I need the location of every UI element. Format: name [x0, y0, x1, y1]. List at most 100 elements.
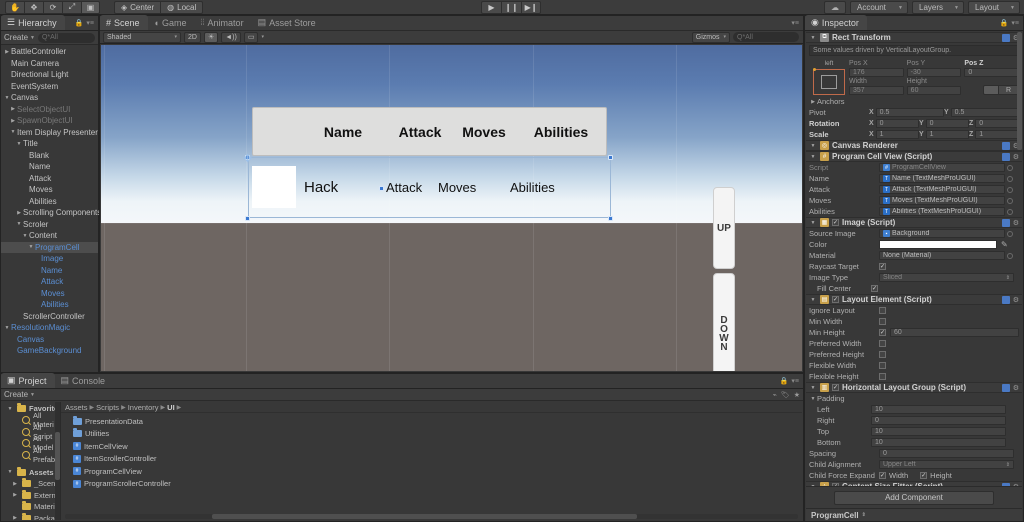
component-header[interactable]: ▼ ▥ ✓ Horizontal Layout Group (Script) ⚙: [806, 382, 1022, 393]
chevron-right-icon[interactable]: ▶: [15, 210, 23, 216]
toggle-fx-button[interactable]: ▭: [243, 31, 259, 43]
tab-menu-icon[interactable]: ▾≡: [1011, 19, 1019, 27]
project-file-item[interactable]: # ItemCellView: [61, 440, 802, 453]
chevron-down-icon[interactable]: ▼: [809, 385, 817, 391]
object-field[interactable]: T Attack (TextMeshProUGUI): [879, 185, 1005, 194]
tab-animator[interactable]: ⦙⦙ Animator: [195, 15, 252, 30]
chevron-right-icon[interactable]: ▶: [809, 99, 817, 105]
hierarchy-item[interactable]: ▼ Canvas: [1, 92, 98, 104]
scale-tool-button[interactable]: ⤢: [62, 0, 81, 14]
hand-tool-button[interactable]: ✋: [5, 0, 24, 14]
tab-inspector[interactable]: ◉ Inspector: [805, 15, 867, 30]
chevron-down-icon[interactable]: ▼: [21, 233, 29, 239]
component-header[interactable]: ▼ ▤ ✓ Layout Element (Script) ⚙: [806, 294, 1022, 305]
project-horizontal-scrollbar[interactable]: [65, 514, 798, 519]
breadcrumb-item[interactable]: Assets: [65, 403, 88, 412]
anchor-preset-box[interactable]: left: [809, 60, 849, 96]
pivot-rotation-button[interactable]: ◍ Local: [160, 0, 204, 14]
hierarchy-item[interactable]: ▶ SelectObjectUI: [1, 104, 98, 116]
axis-field[interactable]: 1: [925, 130, 969, 139]
project-folder-tree[interactable]: ▼ Favorites All Materi All Script All Mod…: [2, 402, 61, 520]
number-field[interactable]: 10: [871, 405, 1006, 414]
toggle-2d-button[interactable]: 2D: [184, 31, 201, 43]
chevron-down-icon[interactable]: ▼: [809, 35, 817, 41]
chevron-right-icon[interactable]: ▶: [3, 49, 11, 55]
inspector-content[interactable]: ▼ ⧉ Rect Transform ⚙ Some values driven by V…: [806, 32, 1022, 486]
hierarchy-item[interactable]: ·Moves: [1, 184, 98, 196]
component-header[interactable]: ▼ ◎ Canvas Renderer ⚙: [806, 140, 1022, 151]
breadcrumb-item[interactable]: Scripts: [96, 403, 119, 412]
dual-check-option[interactable]: ✓ Height: [920, 471, 952, 480]
hierarchy-create-button[interactable]: Create ▼: [4, 33, 35, 42]
property-checkbox[interactable]: ✓: [879, 329, 886, 336]
dual-check-option[interactable]: ✓ Width: [879, 471, 908, 480]
axis-field[interactable]: 0: [925, 119, 969, 128]
help-icon[interactable]: [1001, 33, 1010, 42]
number-field[interactable]: 0: [871, 416, 1006, 425]
account-dropdown[interactable]: Account ▼: [850, 1, 908, 14]
pivot-handle[interactable]: [379, 186, 384, 191]
lock-icon[interactable]: 🔒: [75, 19, 84, 27]
object-picker-icon[interactable]: [1007, 252, 1013, 259]
project-tree-scrollbar[interactable]: [55, 402, 60, 520]
axis-field[interactable]: 0: [875, 119, 919, 128]
help-icon[interactable]: [1001, 295, 1010, 304]
hierarchy-item[interactable]: ·Abilities: [1, 196, 98, 208]
chevron-down-icon[interactable]: ▼: [809, 143, 817, 149]
project-tree-item[interactable]: Materials: [2, 501, 60, 513]
chevron-right-icon[interactable]: ▶: [9, 118, 17, 124]
hierarchy-item[interactable]: ·Main Camera: [1, 58, 98, 70]
game-ui-program-cell-row[interactable]: Hack Attack Moves Abilities: [248, 157, 611, 218]
tab-menu-icon[interactable]: ▾≡: [791, 377, 799, 385]
axis-field[interactable]: 0.5: [875, 108, 944, 117]
help-icon[interactable]: [1001, 218, 1010, 227]
property-checkbox[interactable]: ✓: [920, 472, 928, 479]
color-swatch[interactable]: [879, 240, 997, 249]
enum-dropdown[interactable]: Upper Left ⇕: [879, 460, 1014, 469]
breadcrumb[interactable]: Assets ▶ Scripts ▶ Inventory ▶ UI ▶: [61, 402, 802, 413]
resize-handle-br[interactable]: [608, 216, 613, 221]
add-component-button[interactable]: Add Component: [834, 490, 994, 505]
axis-field[interactable]: 0: [975, 119, 1019, 128]
hierarchy-item[interactable]: ▼ Content: [1, 230, 98, 242]
resize-handle-tr[interactable]: [608, 155, 613, 160]
hierarchy-item[interactable]: ·Blank: [1, 150, 98, 162]
chevron-down-icon[interactable]: ▼: [809, 297, 817, 303]
hierarchy-item[interactable]: ·Attack: [1, 276, 98, 288]
property-checkbox[interactable]: [879, 362, 886, 369]
chevron-down-icon[interactable]: ▼: [3, 325, 11, 331]
hierarchy-item[interactable]: ▼ Title: [1, 138, 98, 150]
tab-asset-store[interactable]: ▤ Asset Store: [252, 15, 324, 30]
object-picker-icon[interactable]: [1007, 197, 1013, 204]
inspector-scrollbar-thumb[interactable]: [1017, 32, 1022, 150]
chevron-right-icon[interactable]: ▶: [11, 515, 19, 520]
axis-field[interactable]: 1: [875, 130, 919, 139]
chevron-down-icon[interactable]: ▼: [809, 154, 817, 160]
enum-dropdown[interactable]: Sliced ⇕: [879, 273, 1014, 282]
chevron-down-icon[interactable]: ▼: [9, 129, 17, 135]
chevron-down-icon[interactable]: ▼: [3, 95, 11, 101]
layout-dropdown[interactable]: Layout ▼: [968, 1, 1020, 14]
hierarchy-item[interactable]: ▼ Scroler: [1, 219, 98, 231]
tab-game[interactable]: ◖ Game: [148, 15, 195, 30]
hierarchy-search-input[interactable]: Q*All: [37, 32, 95, 43]
property-checkbox[interactable]: [879, 351, 886, 358]
pivot-center-button[interactable]: ◈ Center: [114, 0, 161, 14]
project-file-item[interactable]: # ProgramCellView: [61, 465, 802, 478]
object-picker-icon[interactable]: [1007, 230, 1013, 237]
tab-scene[interactable]: # Scene: [100, 15, 148, 30]
chevron-down-icon[interactable]: ▼: [809, 220, 817, 226]
filter-label-icon[interactable]: 🏷: [781, 391, 790, 399]
component-header[interactable]: ▼ ▦ ✓ Image (Script) ⚙: [806, 217, 1022, 228]
move-tool-button[interactable]: ✥: [24, 0, 43, 14]
scene-viewport[interactable]: Name Attack Moves Abilities Hack Attack …: [101, 45, 802, 371]
chevron-down-icon[interactable]: ▼: [15, 221, 23, 227]
property-checkbox[interactable]: ✓: [871, 285, 878, 292]
tab-hierarchy[interactable]: ☰ Hierarchy: [1, 15, 65, 30]
inspector-scrollbar[interactable]: [1017, 32, 1022, 485]
rect-tool-button[interactable]: ▣: [81, 0, 100, 14]
move-gizmo-icon[interactable]: ✥: [243, 152, 252, 165]
axis-field[interactable]: 0.5: [950, 108, 1019, 117]
hierarchy-item[interactable]: ▶ BattleController: [1, 46, 98, 58]
breadcrumb-item[interactable]: Inventory: [128, 403, 159, 412]
